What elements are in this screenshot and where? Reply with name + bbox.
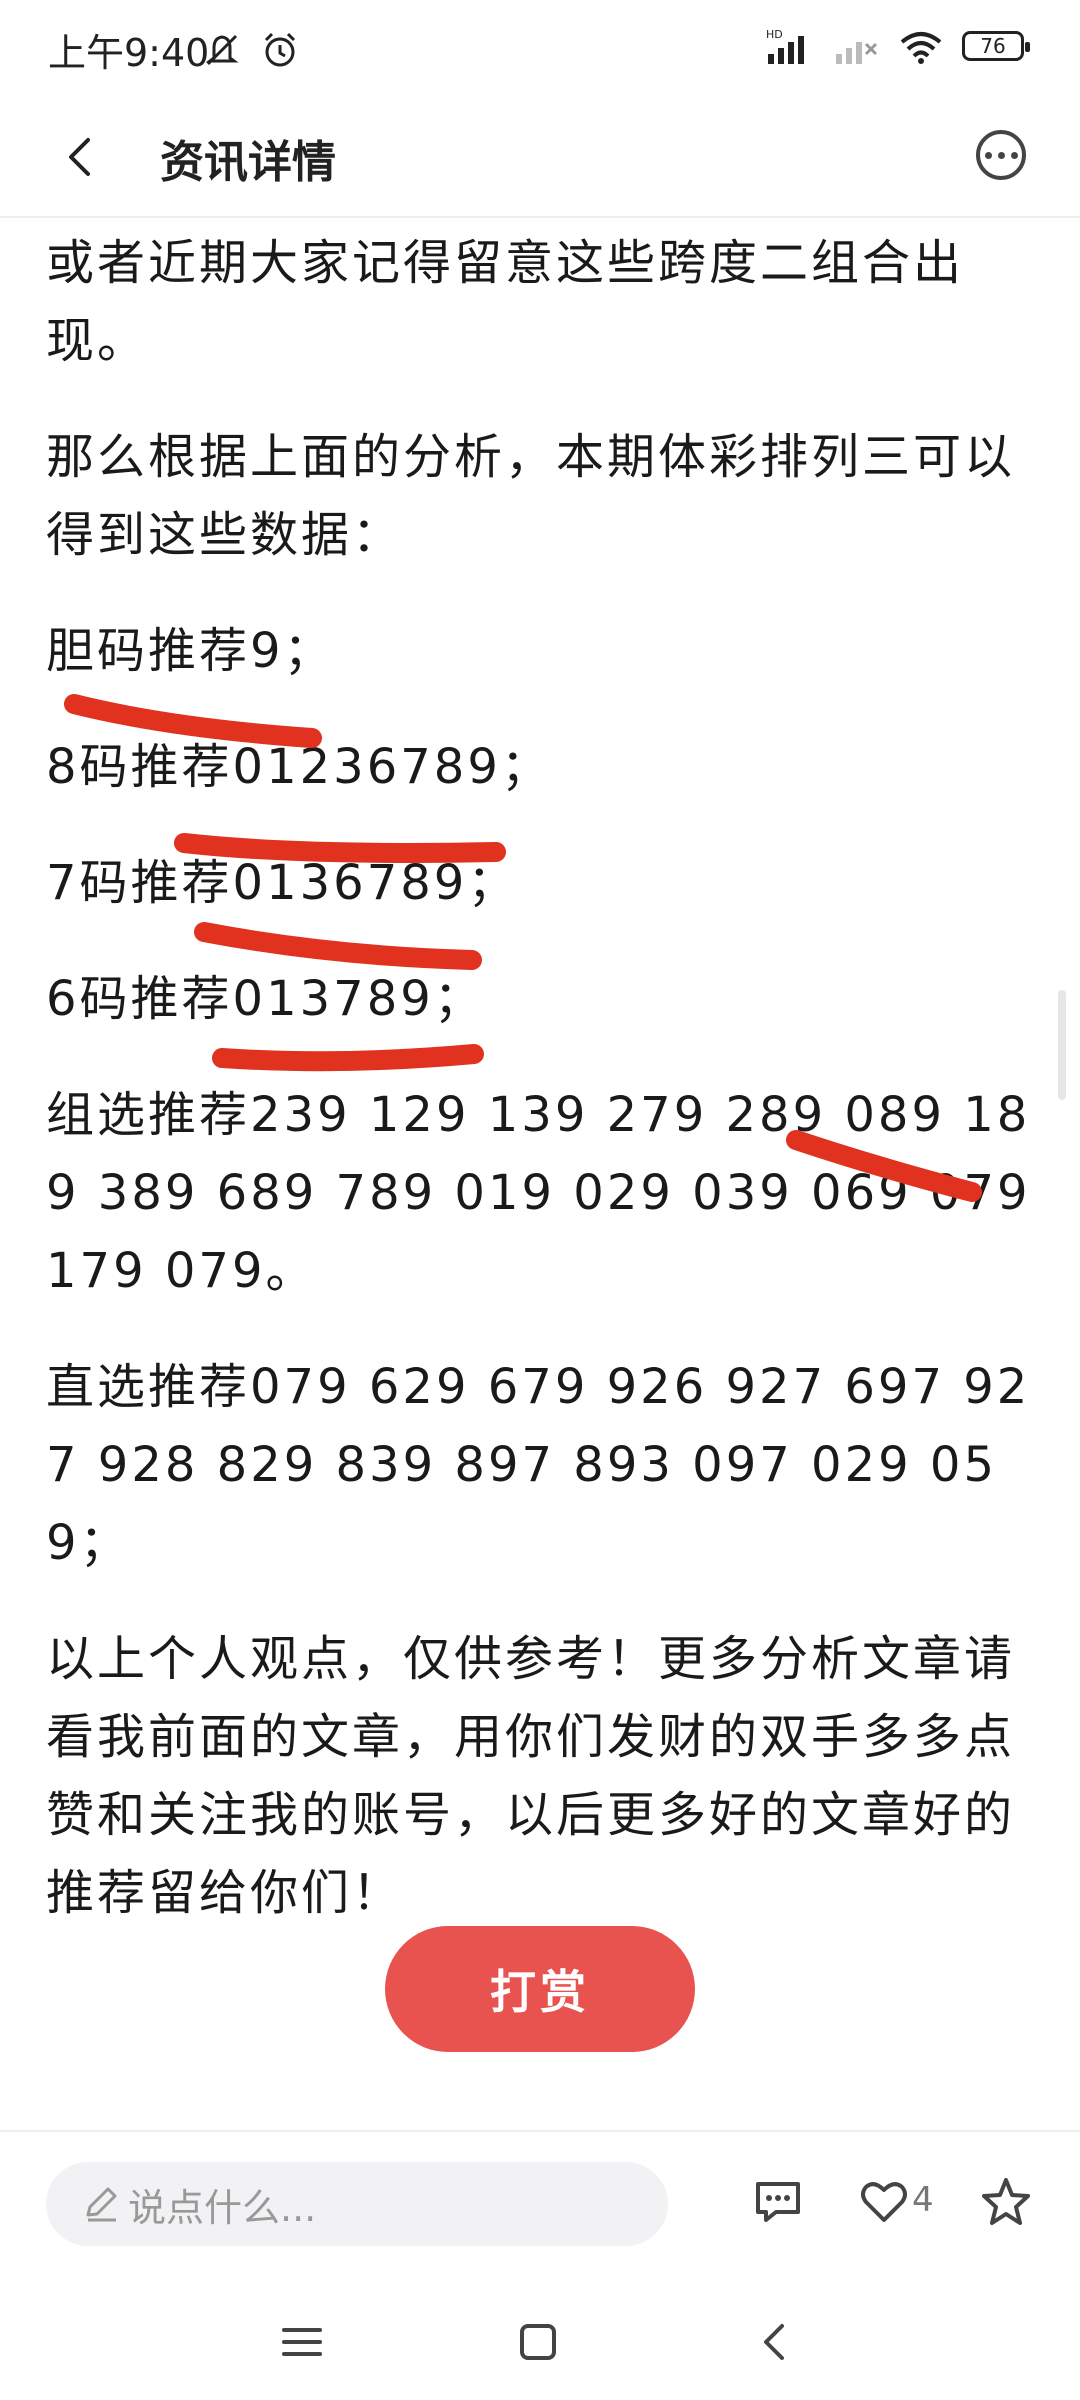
reward-button[interactable]: 打赏 bbox=[385, 1926, 695, 2052]
hd-signal-icon: HD bbox=[766, 28, 804, 64]
nav-back-icon[interactable] bbox=[752, 2320, 796, 2364]
bottom-action-bar: 说点什么... 4 bbox=[0, 2130, 1080, 2272]
article-paragraph: 8码推荐01236789； bbox=[46, 739, 552, 795]
battery-icon: 76 bbox=[962, 31, 1030, 61]
page-title: 资讯详情 bbox=[160, 137, 336, 188]
status-time: 上午9:40 bbox=[48, 31, 210, 75]
article-paragraph: 胆码推荐9； bbox=[46, 623, 335, 679]
scrollbar[interactable] bbox=[1058, 990, 1066, 1100]
mute-icon bbox=[205, 34, 239, 66]
app-header: 资讯详情 bbox=[0, 100, 1080, 218]
article-paragraph: 那么根据上面的分析，本期体彩排列三可以得到这些数据： bbox=[46, 429, 1016, 563]
article-paragraph: 6码推荐013789； bbox=[46, 971, 485, 1027]
like-heart-icon[interactable] bbox=[856, 2174, 912, 2230]
status-bar: 上午9:40 HD 76 bbox=[0, 0, 1080, 100]
comment-icon[interactable] bbox=[750, 2174, 806, 2230]
like-count: 4 bbox=[912, 2180, 934, 2220]
more-options-icon[interactable] bbox=[976, 130, 1026, 180]
article-paragraph: 以上个人观点，仅供参考！更多分析文章请看我前面的文章，用你们发财的双手多多点赞和… bbox=[46, 1631, 1016, 1921]
article-paragraph: 组选推荐239 129 139 279 289 089 189 389 689 … bbox=[46, 1087, 1031, 1299]
article-paragraph: 或者近期大家记得留意这些跨度二组合出现。 bbox=[46, 235, 965, 369]
wifi-icon bbox=[900, 32, 942, 64]
svg-text:HD: HD bbox=[766, 28, 783, 41]
article-paragraph: 直选推荐079 629 679 926 927 697 927 928 829 … bbox=[46, 1359, 1031, 1571]
system-nav-bar bbox=[0, 2290, 1080, 2400]
signal-icon bbox=[836, 42, 878, 64]
menu-icon[interactable] bbox=[280, 2320, 324, 2364]
article-body: 或者近期大家记得留意这些跨度二组合出现。 那么根据上面的分析，本期体彩排列三可以… bbox=[46, 218, 1040, 2108]
comment-placeholder: 说点什么... bbox=[128, 2185, 317, 2230]
alarm-icon bbox=[264, 32, 296, 67]
comment-input[interactable]: 说点什么... bbox=[46, 2162, 668, 2246]
article-paragraph: 7码推荐0136789； bbox=[46, 855, 519, 911]
back-arrow-icon[interactable] bbox=[56, 132, 106, 182]
favorite-star-icon[interactable] bbox=[978, 2174, 1034, 2230]
pencil-icon bbox=[86, 2187, 117, 2222]
home-icon[interactable] bbox=[516, 2320, 560, 2364]
